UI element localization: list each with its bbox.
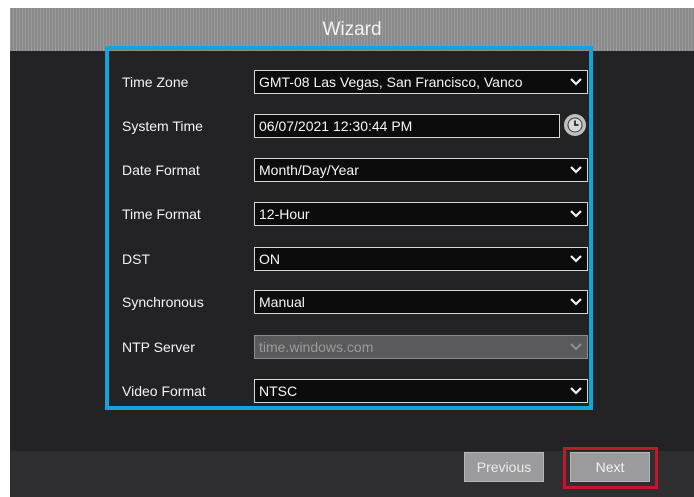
video-format-select[interactable]: NTSC	[254, 379, 588, 403]
chevron-down-icon	[570, 298, 582, 306]
time-zone-select[interactable]: GMT-08 Las Vegas, San Francisco, Vanco	[254, 70, 588, 94]
video-format-label: Video Format	[122, 383, 206, 399]
time-format-select[interactable]: 12-Hour	[254, 202, 588, 226]
system-time-label: System Time	[122, 118, 203, 134]
time-format-label: Time Format	[122, 206, 201, 222]
video-format-value: NTSC	[259, 383, 298, 399]
date-format-label: Date Format	[122, 162, 200, 178]
synchronous-value: Manual	[259, 294, 305, 310]
ntp-server-value: time.windows.com	[259, 339, 374, 355]
chevron-down-icon	[570, 343, 582, 351]
clock-icon[interactable]	[564, 114, 586, 136]
dst-label: DST	[122, 251, 150, 267]
synchronous-select[interactable]: Manual	[254, 290, 588, 314]
synchronous-label: Synchronous	[122, 294, 204, 310]
title-bar: Wizard	[10, 8, 694, 51]
chevron-down-icon	[570, 387, 582, 395]
window-title: Wizard	[322, 19, 382, 40]
time-zone-value: GMT-08 Las Vegas, San Francisco, Vanco	[259, 74, 523, 90]
time-format-value: 12-Hour	[259, 206, 310, 222]
system-time-value: 06/07/2021 12:30:44 PM	[259, 118, 413, 134]
chevron-down-icon	[570, 78, 582, 86]
dst-select[interactable]: ON	[254, 247, 588, 271]
chevron-down-icon	[570, 166, 582, 174]
dst-value: ON	[259, 251, 280, 267]
system-time-field[interactable]: 06/07/2021 12:30:44 PM	[254, 114, 560, 138]
chevron-down-icon	[570, 210, 582, 218]
next-button[interactable]: Next	[570, 452, 650, 482]
time-zone-label: Time Zone	[122, 74, 189, 90]
date-format-select[interactable]: Month/Day/Year	[254, 158, 588, 182]
chevron-down-icon	[570, 255, 582, 263]
date-format-value: Month/Day/Year	[259, 162, 359, 178]
ntp-server-label: NTP Server	[122, 339, 195, 355]
ntp-server-select: time.windows.com	[254, 335, 588, 359]
previous-button[interactable]: Previous	[464, 452, 544, 482]
